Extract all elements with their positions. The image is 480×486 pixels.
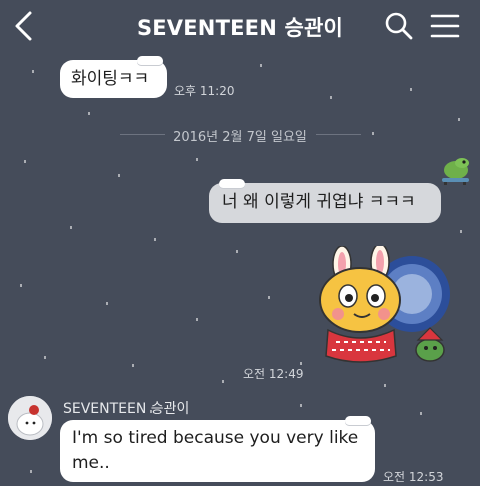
search-button[interactable] — [383, 10, 415, 42]
message-timestamp: 오전 12:53 — [383, 470, 444, 484]
crocodile-sticker-icon — [442, 158, 469, 185]
crocodile-sticker[interactable] — [438, 154, 472, 186]
menu-button[interactable] — [428, 10, 462, 42]
snow-cap-decoration — [137, 56, 163, 65]
message-text: 화이팅ㅋㅋ — [71, 69, 150, 89]
message-text: 너 왜 이렇게 귀엽냐 ㅋㅋㅋ — [222, 192, 416, 212]
sender-avatar[interactable] — [8, 396, 52, 440]
hamburger-menu-icon — [430, 14, 460, 38]
divider-line-right — [316, 134, 361, 135]
message-timestamp: 오후 11:20 — [174, 84, 235, 98]
rabbit-sticker-icon — [319, 243, 450, 363]
incoming-message-bubble[interactable]: 화이팅ㅋㅋ — [60, 56, 167, 98]
outgoing-message-bubble[interactable]: 너 왜 이렇게 귀엽냐 ㅋㅋㅋ — [209, 179, 441, 223]
incoming-message-bubble[interactable]: I'm so tired because you very like me.. — [60, 416, 375, 482]
sender-name: SEVENTEEN 승관이 — [63, 401, 190, 417]
rabbit-sticker[interactable] — [316, 243, 454, 384]
snow-cap-decoration — [345, 416, 371, 425]
date-divider: 2016년 2월 7일 일요일 — [0, 124, 480, 145]
sticker-timestamp: 오전 12:49 — [243, 367, 304, 381]
search-icon — [385, 12, 413, 40]
chat-header: SEVENTEEN 승관이 — [0, 0, 480, 52]
message-text-line: I'm so tired because you very like — [72, 428, 359, 448]
snow-cap-decoration — [219, 179, 245, 188]
date-label: 2016년 2월 7일 일요일 — [173, 130, 307, 145]
message-text-line: me.. — [72, 452, 110, 473]
avatar-character-icon — [8, 396, 52, 440]
